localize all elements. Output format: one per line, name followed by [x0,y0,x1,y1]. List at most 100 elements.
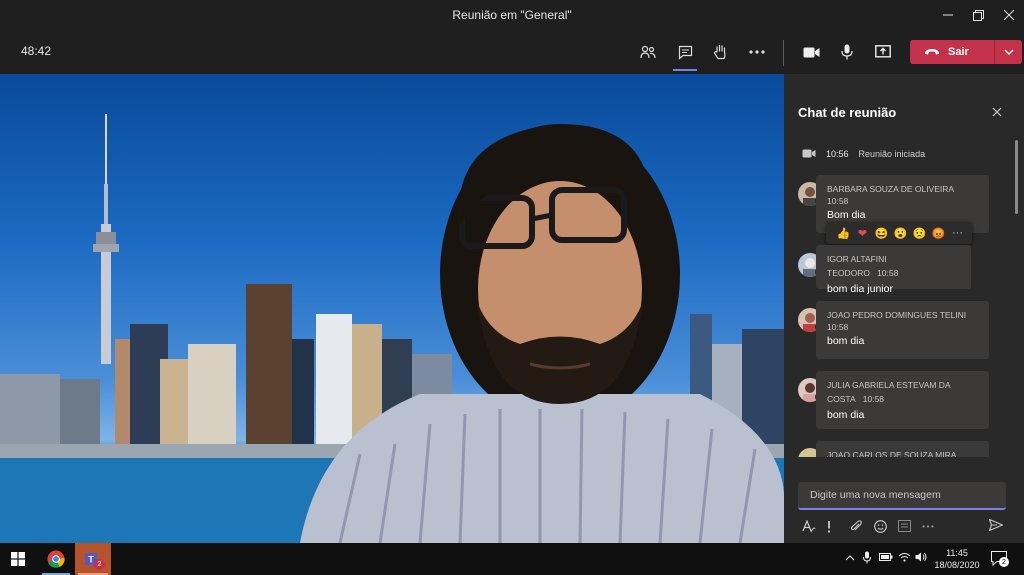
message-author: JOAO PEDRO DOMINGUES TELINI [827,310,967,320]
leave-button-label: Sair [948,46,969,58]
window-title: Reunião em "General" [452,8,572,22]
start-button[interactable] [0,543,36,575]
leave-options-button[interactable] [995,40,1022,64]
close-chat-button[interactable] [989,104,1005,120]
share-icon [875,45,891,58]
send-button[interactable] [988,518,1004,536]
surprised-reaction[interactable]: 😮 [893,227,908,240]
minimize-icon [943,14,953,16]
clock-date: 18/08/2020 [934,560,980,570]
message-text: bom dia junior [827,283,893,295]
event-time: 10:56 [826,148,849,159]
send-icon [988,518,1004,532]
camera-button[interactable] [797,38,825,66]
gif-icon [898,520,911,532]
battery-icon [879,553,893,561]
toolbar-divider [783,40,784,66]
emoji-button[interactable] [874,519,898,533]
sad-reaction[interactable]: 😟 [912,227,927,240]
heart-reaction[interactable]: ❤ [855,227,870,240]
chat-message[interactable]: JOAO PEDRO DOMINGUES TELINI 10:58 bom di… [816,301,989,359]
close-window-button[interactable] [994,4,1024,26]
mark-important-button[interactable] [826,520,850,533]
windows-taskbar: T 2 11:45 18/08/2020 2 [0,543,1024,575]
chevron-up-icon [845,555,855,561]
message-time: 10:58 [877,268,899,278]
teams-window: Reunião em "General" 48:42 Sair Chat de … [0,0,1024,543]
more-options-button[interactable] [922,524,946,528]
speaker-icon [915,552,927,562]
participants-button[interactable] [634,38,662,66]
wifi-icon [898,553,911,562]
laugh-reaction[interactable]: 😆 [874,227,889,240]
meeting-started-event: 10:56 Reunião iniciada [802,148,925,159]
raise-hand-button[interactable] [706,38,734,66]
paperclip-icon [851,519,862,530]
show-hidden-icons-button[interactable] [845,552,855,564]
chat-title: Chat de reunião [798,105,897,120]
title-bar: Reunião em "General" [0,0,1024,30]
message-time: 10:58 [862,394,885,404]
clock-time: 11:45 [946,548,968,558]
message-author: BARBARA SOUZA DE OLIVEIRA [827,184,955,194]
compose-message-input[interactable]: Digite uma nova mensagem [798,482,1006,510]
leave-call-control: Sair [910,40,1022,64]
more-icon [922,524,934,528]
message-author-line: IGOR ALTAFINI TEODORO 10:58 [827,252,960,280]
minimize-button[interactable] [933,4,963,26]
teams-taskbar-app[interactable]: T 2 [75,543,111,575]
taskbar-clock[interactable]: 11:45 18/08/2020 [931,547,983,571]
attach-button[interactable] [850,519,874,533]
network-tray-icon[interactable] [898,552,911,565]
angry-reaction[interactable]: 😡 [931,227,946,240]
video-feed [0,74,784,543]
hang-up-icon [925,49,939,55]
more-icon [749,50,765,54]
meeting-chat-panel: Chat de reunião 10:56 Reunião iniciada B… [784,74,1024,543]
maximize-button[interactable] [963,4,993,26]
exclamation-icon [827,520,831,533]
microphone-tray-icon[interactable] [863,551,871,567]
video-call-icon [802,149,816,158]
emoji-icon [874,519,887,533]
reaction-bar: 👍 ❤ 😆 😮 😟 😡 ··· [826,222,972,244]
close-icon [992,107,1002,117]
meeting-timer: 48:42 [21,44,52,58]
message-time: 10:58 [827,196,849,206]
meeting-toolbar: 48:42 Sair [0,30,1024,74]
leave-button[interactable]: Sair [910,40,994,64]
chat-message-list[interactable]: 10:56 Reunião iniciada BARBARA SOUZA DE … [784,140,1020,457]
microphone-icon [841,44,853,60]
compose-toolbar [802,518,1012,534]
format-text-icon [802,519,816,532]
chrome-icon [47,550,65,568]
people-icon [640,45,656,59]
microphone-button[interactable] [833,38,861,66]
chrome-taskbar-app[interactable] [38,543,74,575]
teams-badge: 2 [94,559,105,570]
notification-count: 2 [999,557,1009,567]
message-text: bom dia [827,335,865,347]
restore-icon [972,9,984,21]
chat-message[interactable]: JOAO CARLOS DE SOUZA MIRA [816,441,989,457]
format-button[interactable] [802,519,826,533]
chat-toggle-button[interactable] [671,38,699,71]
more-actions-button[interactable] [743,38,771,66]
more-reactions-button[interactable]: ··· [950,227,965,239]
event-text: Reunião iniciada [858,148,926,159]
camera-icon [803,47,819,57]
share-screen-button[interactable] [869,38,897,66]
chat-message[interactable]: JULIA GABRIELA ESTEVAM DA COSTA 10:58 bo… [816,371,989,429]
gif-button[interactable] [898,520,922,532]
message-text: Bom dia [827,209,866,221]
notifications-button[interactable]: 2 [991,551,1009,569]
chat-scrollbar[interactable] [1015,140,1018,214]
volume-tray-icon[interactable] [915,552,928,565]
message-time: 10:58 [827,322,849,332]
like-reaction[interactable]: 👍 [836,227,851,240]
battery-tray-icon[interactable] [879,552,893,564]
microphone-icon [863,551,871,564]
chat-message[interactable]: IGOR ALTAFINI TEODORO 10:58 bom dia juni… [816,245,971,295]
close-icon [1004,10,1014,20]
chat-icon [678,45,692,60]
